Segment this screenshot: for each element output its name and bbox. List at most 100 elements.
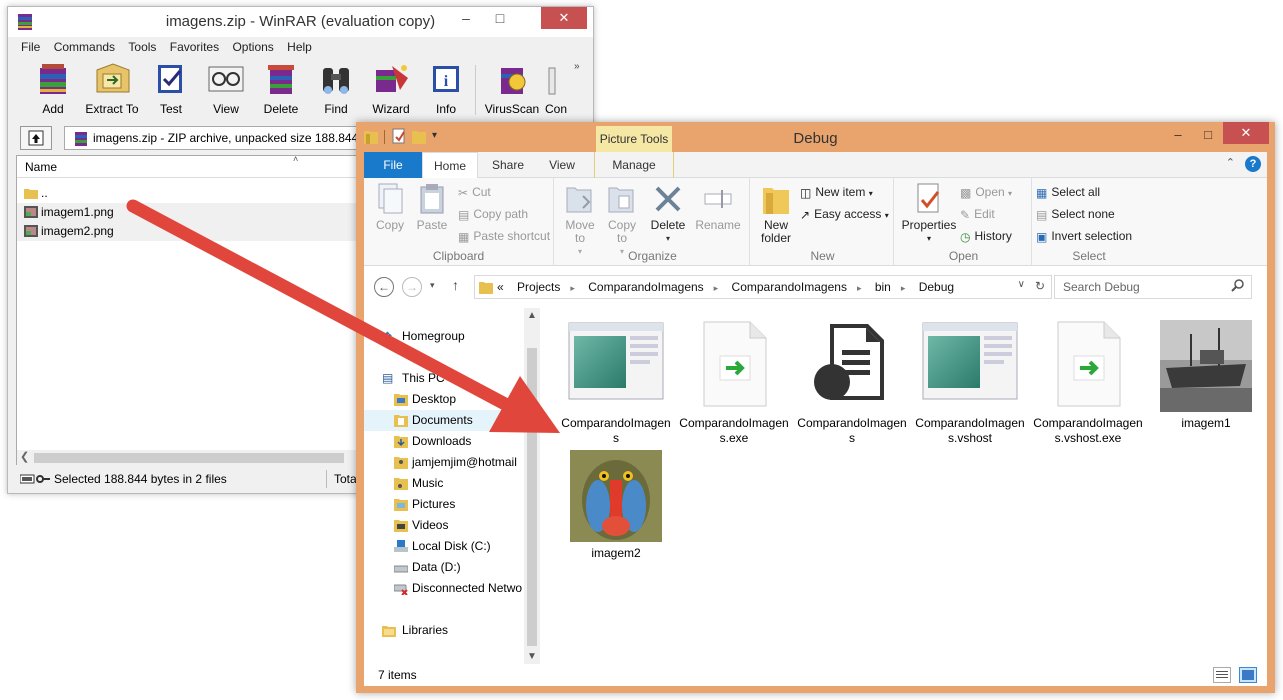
new-folder-button[interactable]: New folder: [754, 182, 798, 245]
delete-button[interactable]: Delete: [253, 59, 309, 121]
menu-favorites[interactable]: Favorites: [165, 37, 224, 57]
open-button[interactable]: ▩ Open ▾: [960, 182, 1012, 202]
chevron-right-icon[interactable]: ▸: [570, 283, 575, 293]
nav-item-disconnected-network[interactable]: Disconnected Netwo: [364, 578, 522, 599]
copy-path-button[interactable]: ▤ Copy path: [458, 204, 528, 224]
address-bar[interactable]: « Projects ▸ ComparandoImagens ▸ Comparand…: [474, 275, 1052, 299]
file-item[interactable]: ComparandoImagens: [560, 320, 672, 446]
executable-file-icon: [703, 321, 767, 407]
breadcrumb-item[interactable]: Projects: [517, 280, 560, 294]
file-item[interactable]: ComparandoImagens.exe: [678, 320, 790, 446]
chevron-right-icon[interactable]: ▸: [714, 283, 719, 293]
chevron-right-icon[interactable]: ▸: [901, 283, 906, 293]
nav-item-videos[interactable]: Videos: [364, 515, 522, 536]
select-none-button[interactable]: ▤ Select none: [1036, 204, 1115, 224]
delete-button[interactable]: Delete ▾: [646, 182, 690, 245]
up-arrow-icon[interactable]: ↑: [452, 277, 459, 293]
virusscan-button[interactable]: VirusScan: [484, 59, 540, 121]
easy-access-button[interactable]: ↗ Easy access ▾: [800, 204, 889, 224]
help-icon[interactable]: ?: [1245, 156, 1261, 172]
file-item[interactable]: ComparandoImagens: [796, 320, 908, 446]
paste-button[interactable]: Paste: [412, 182, 452, 232]
maximize-button[interactable]: □: [485, 7, 515, 29]
nav-item-music[interactable]: Music: [364, 473, 522, 494]
menu-help[interactable]: Help: [282, 37, 317, 57]
refresh-icon[interactable]: ↻: [1035, 279, 1045, 293]
tab-file[interactable]: File: [364, 152, 422, 178]
properties-button[interactable]: Properties ▾: [900, 182, 958, 245]
scrollbar-thumb[interactable]: [527, 348, 537, 646]
navigation-pane-scrollbar[interactable]: ▲ ▼: [524, 308, 540, 664]
large-icons-view-button[interactable]: [1239, 667, 1257, 683]
close-button[interactable]: ✕: [541, 7, 587, 29]
nav-item-local-disk[interactable]: Local Disk (C:): [364, 536, 522, 557]
scroll-down-icon[interactable]: ▼: [527, 651, 537, 662]
menu-tools[interactable]: Tools: [123, 37, 161, 57]
info-button[interactable]: i Info: [418, 59, 474, 121]
move-to-button[interactable]: Move to ▾: [560, 182, 600, 258]
cut-button[interactable]: ✂ Cut: [458, 182, 491, 202]
recent-locations-icon[interactable]: ▾: [430, 280, 435, 291]
file-item[interactable]: imagem1: [1150, 320, 1262, 431]
find-button[interactable]: Find: [308, 59, 364, 121]
wizard-button[interactable]: Wizard: [363, 59, 419, 121]
nav-item-user[interactable]: jamjemjim@hotmail: [364, 452, 522, 473]
up-folder-button[interactable]: [20, 126, 52, 150]
back-button[interactable]: ←: [374, 277, 394, 297]
invert-selection-button[interactable]: ▣ Invert selection: [1036, 226, 1132, 246]
tab-manage[interactable]: Manage: [594, 152, 674, 178]
new-item-button[interactable]: ◫ New item ▾: [800, 182, 873, 202]
nav-item-this-pc[interactable]: ▤ This PC: [364, 368, 522, 389]
breadcrumb-overflow[interactable]: «: [497, 280, 504, 294]
menu-options[interactable]: Options: [227, 37, 278, 57]
nav-item-desktop[interactable]: Desktop: [364, 389, 522, 410]
add-button[interactable]: Add: [25, 59, 81, 121]
nav-item-homegroup[interactable]: ❖ Homegroup: [364, 326, 522, 347]
nav-item-documents[interactable]: Documents: [364, 410, 522, 431]
nav-item-downloads[interactable]: Downloads: [364, 431, 522, 452]
minimize-button[interactable]: –: [1165, 124, 1191, 146]
search-box[interactable]: Search Debug: [1054, 275, 1252, 299]
close-button[interactable]: ✕: [1223, 122, 1269, 144]
edit-button[interactable]: ✎ Edit: [960, 204, 995, 224]
tab-home[interactable]: Home: [422, 152, 478, 179]
copy-button[interactable]: Copy: [370, 182, 410, 232]
file-item[interactable]: ComparandoImagens.vshost.exe: [1032, 320, 1144, 446]
history-button[interactable]: ◷ History: [960, 226, 1012, 246]
menu-commands[interactable]: Commands: [49, 37, 120, 57]
document-thumbnail: [804, 320, 900, 412]
maximize-button[interactable]: □: [1195, 124, 1221, 146]
chevron-right-icon[interactable]: ▸: [857, 283, 862, 293]
scrollbar-thumb[interactable]: [34, 453, 344, 463]
paste-shortcut-button[interactable]: ▦ Paste shortcut: [458, 226, 550, 246]
nav-item-libraries[interactable]: Libraries: [364, 620, 522, 641]
tab-view[interactable]: View: [540, 152, 584, 178]
nav-item-data-drive[interactable]: Data (D:): [364, 557, 522, 578]
address-dropdown-icon[interactable]: ∨: [1018, 279, 1025, 290]
nav-item-pictures[interactable]: Pictures: [364, 494, 522, 515]
breadcrumb-item[interactable]: ComparandoImagens: [588, 280, 703, 294]
select-all-button[interactable]: ▦ Select all: [1036, 182, 1100, 202]
window-title: Debug: [793, 130, 838, 147]
extract-to-button[interactable]: Extract To: [84, 59, 140, 121]
breadcrumb-item[interactable]: bin: [875, 280, 891, 294]
breadcrumb-item[interactable]: Debug: [919, 280, 954, 294]
details-view-button[interactable]: [1213, 667, 1231, 683]
file-view: ComparandoImagens ComparandoImagens.exe: [550, 308, 1267, 664]
test-button[interactable]: Test: [143, 59, 199, 121]
file-item[interactable]: ComparandoImagens.vshost: [914, 320, 1026, 446]
forward-button[interactable]: →: [402, 277, 422, 297]
ribbon-collapse-icon[interactable]: ⌃: [1226, 156, 1235, 169]
file-item[interactable]: imagem2: [560, 450, 672, 561]
menu-file[interactable]: File: [8, 37, 45, 57]
breadcrumb-item[interactable]: ComparandoImagens: [732, 280, 847, 294]
tab-share[interactable]: Share: [486, 152, 530, 178]
scroll-up-icon[interactable]: ▲: [527, 310, 537, 321]
view-button[interactable]: View: [198, 59, 254, 121]
minimize-button[interactable]: –: [451, 7, 481, 29]
comment-button[interactable]: Con: [538, 59, 574, 121]
toolbar-overflow-icon[interactable]: »: [574, 61, 580, 72]
scroll-left-icon[interactable]: ❮: [20, 450, 29, 463]
copy-to-button[interactable]: Copy to ▾: [602, 182, 642, 258]
rename-button[interactable]: Rename: [694, 182, 742, 232]
